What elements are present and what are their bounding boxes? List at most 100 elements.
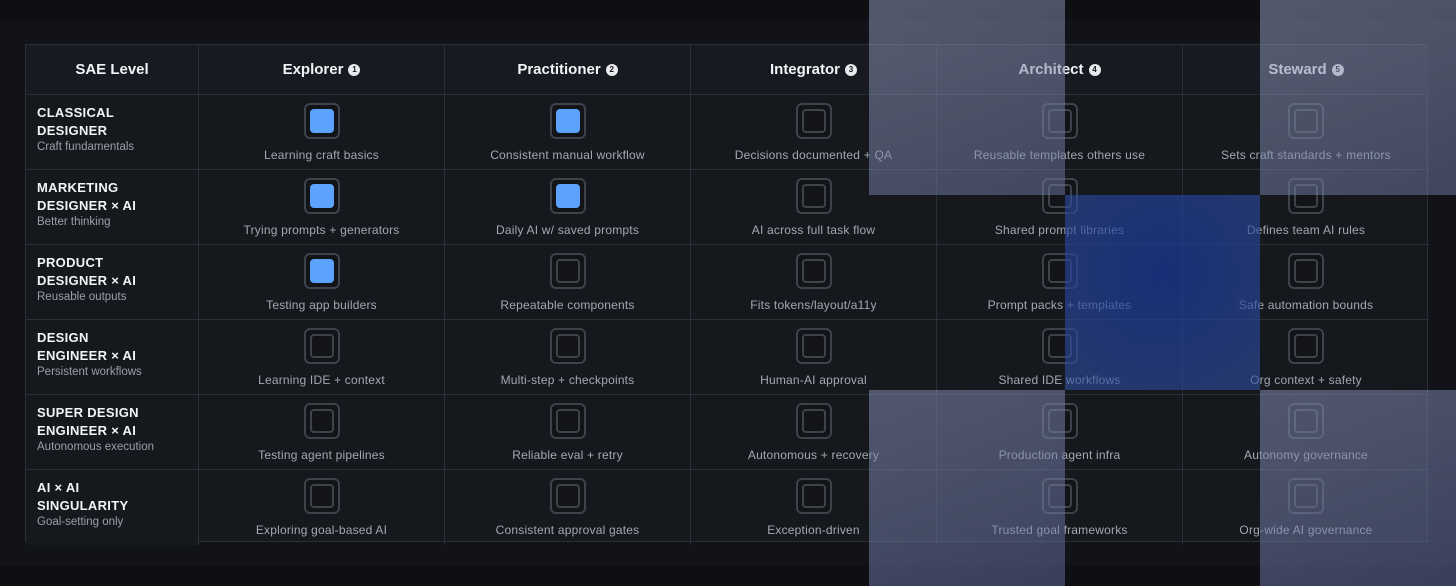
level-checkbox[interactable]	[549, 103, 586, 139]
header-level-label: Practitioner	[517, 61, 601, 78]
cell-caption: Human-AI approval	[760, 373, 867, 387]
level-checkbox[interactable]	[303, 178, 340, 214]
checkbox-fill	[1047, 259, 1072, 283]
row-title: SUPER DESIGN ENGINEER × AI	[37, 404, 198, 440]
checkbox-fill	[309, 259, 334, 283]
level-checkbox[interactable]	[549, 478, 586, 514]
level-checkbox[interactable]	[549, 328, 586, 364]
level-checkbox[interactable]	[795, 478, 832, 514]
matrix-cell: Testing agent pipelines	[199, 395, 445, 470]
checkbox-fill	[801, 409, 826, 433]
cell-caption: Sets craft standards + mentors	[1221, 148, 1391, 162]
level-checkbox[interactable]	[1041, 253, 1078, 289]
cell-caption: Exploring goal-based AI	[255, 523, 388, 537]
checkbox-fill	[1294, 109, 1318, 133]
cell-caption: Shared prompt libraries	[994, 223, 1125, 237]
checkbox-fill	[801, 184, 826, 208]
checkbox-fill	[1294, 484, 1318, 508]
checkbox-fill	[801, 259, 826, 283]
header-level-architect: Architect 4	[937, 45, 1183, 95]
row-title: CLASSICAL DESIGNER	[37, 104, 198, 140]
checkbox-fill	[555, 334, 580, 358]
matrix-cell: Daily AI w/ saved prompts	[445, 170, 691, 245]
level-checkbox[interactable]	[303, 478, 340, 514]
matrix-cell: Trusted goal frameworks	[937, 470, 1183, 545]
level-checkbox[interactable]	[1041, 103, 1078, 139]
header-level-practitioner: Practitioner 2	[445, 45, 691, 95]
level-checkbox[interactable]	[1288, 478, 1324, 514]
row-subtitle: Persistent workflows	[37, 366, 142, 378]
header-level-label: Integrator	[769, 61, 840, 78]
level-checkbox[interactable]	[303, 253, 340, 289]
cell-caption: Consistent manual workflow	[490, 148, 645, 162]
matrix-cell: Trying prompts + generators	[199, 170, 445, 245]
matrix-cell: Consistent approval gates	[445, 470, 691, 545]
level-checkbox[interactable]	[795, 103, 832, 139]
level-number-badge: 4	[1088, 63, 1101, 76]
row-title-line: CLASSICAL	[37, 105, 115, 120]
row-title: MARKETING DESIGNER × AI	[37, 179, 198, 215]
matrix-cell: Production agent infra	[937, 395, 1183, 470]
row-title-line: PRODUCT	[37, 255, 104, 270]
row-subtitle: Autonomous execution	[37, 441, 154, 453]
row-title-line: ENGINEER × AI	[37, 348, 137, 363]
level-checkbox[interactable]	[549, 253, 586, 289]
level-checkbox[interactable]	[303, 103, 340, 139]
row-title: AI × AI SINGULARITY	[37, 479, 198, 515]
level-checkbox[interactable]	[1041, 328, 1078, 364]
matrix-cell: Decisions documented + QA	[691, 95, 937, 170]
cell-caption: Production agent infra	[998, 448, 1121, 462]
level-checkbox[interactable]	[1288, 328, 1324, 364]
row-title-line: DESIGNER × AI	[37, 198, 137, 213]
level-number-badge: 1	[348, 63, 361, 76]
checkbox-fill	[555, 484, 580, 508]
checkbox-fill	[1047, 184, 1072, 208]
checkbox-fill	[1294, 184, 1318, 208]
level-checkbox[interactable]	[795, 403, 832, 439]
level-checkbox[interactable]	[1288, 403, 1324, 439]
level-checkbox[interactable]	[1041, 403, 1078, 439]
cell-caption: Testing agent pipelines	[258, 448, 385, 462]
level-checkbox[interactable]	[303, 403, 340, 439]
matrix-cell: Defines team AI rules	[1183, 170, 1429, 245]
level-number-badge: 3	[845, 63, 857, 76]
level-checkbox[interactable]	[1041, 478, 1078, 514]
level-checkbox[interactable]	[795, 328, 832, 364]
level-checkbox[interactable]	[795, 178, 832, 214]
level-checkbox[interactable]	[1288, 253, 1324, 289]
matrix-cell: Consistent manual workflow	[445, 95, 691, 170]
header-sae-level-label: SAE Level	[75, 61, 149, 78]
level-number-badge: 5	[1331, 63, 1344, 76]
level-checkbox[interactable]	[795, 253, 832, 289]
header-level-label: Architect	[1018, 61, 1084, 78]
level-checkbox[interactable]	[1288, 103, 1324, 139]
row-title-line: ENGINEER × AI	[37, 423, 137, 438]
row-subtitle: Goal-setting only	[37, 516, 124, 528]
row-title-line: SINGULARITY	[37, 498, 129, 513]
row-subtitle: Craft fundamentals	[37, 141, 135, 153]
row-title: PRODUCT DESIGNER × AI	[37, 254, 198, 290]
checkbox-fill	[801, 484, 826, 508]
level-number-badge: 2	[605, 63, 618, 76]
cell-caption: Trusted goal frameworks	[991, 523, 1128, 537]
matrix-cell: Human-AI approval	[691, 320, 937, 395]
cell-caption: Daily AI w/ saved prompts	[495, 223, 640, 237]
row-subtitle: Reusable outputs	[37, 291, 127, 303]
cell-caption: Trying prompts + generators	[243, 223, 400, 237]
level-checkbox[interactable]	[549, 178, 586, 214]
level-checkbox[interactable]	[549, 403, 586, 439]
level-checkbox[interactable]	[1041, 178, 1078, 214]
checkbox-fill	[1047, 109, 1072, 133]
cell-caption: Org context + safety	[1250, 373, 1362, 387]
row-title: DESIGN ENGINEER × AI	[37, 329, 198, 365]
checkbox-fill	[555, 259, 580, 283]
level-checkbox[interactable]	[303, 328, 340, 364]
header-level-explorer: Explorer 1	[199, 45, 445, 95]
checkbox-fill	[1047, 334, 1072, 358]
row-title-line: DESIGNER × AI	[37, 273, 137, 288]
level-checkbox[interactable]	[1288, 178, 1324, 214]
cell-caption: Consistent approval gates	[495, 523, 640, 537]
cell-caption: Multi-step + checkpoints	[500, 373, 635, 387]
cell-caption: AI across full task flow	[751, 223, 876, 237]
matrix-cell: Fits tokens/layout/a11y	[691, 245, 937, 320]
